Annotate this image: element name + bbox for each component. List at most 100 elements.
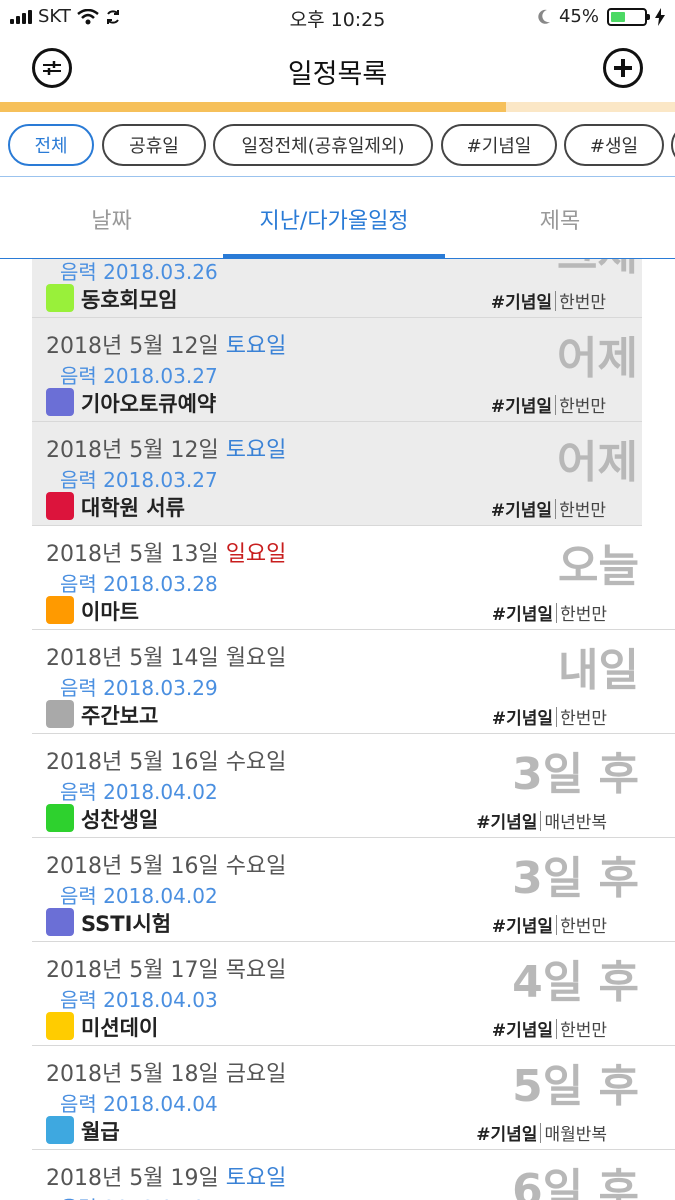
event-tag: #기념일 bbox=[476, 813, 538, 833]
chip-all[interactable]: 전체 bbox=[8, 124, 94, 166]
event-tag: #기념일 bbox=[491, 917, 554, 937]
tab-past-upcoming[interactable]: 지난/다가올일정 bbox=[223, 203, 445, 235]
event-lunar-date: 음력 2018.03.27 bbox=[60, 468, 218, 492]
add-event-button[interactable] bbox=[603, 48, 643, 88]
event-title: 주간보고 bbox=[81, 704, 159, 728]
event-title: 기아오토큐예약 bbox=[81, 392, 217, 416]
tab-date[interactable]: 날짜 bbox=[0, 203, 223, 235]
event-relative-day: 6일 후 bbox=[512, 1165, 639, 1200]
event-tags: #기념일 한번만 bbox=[492, 600, 607, 625]
event-row[interactable]: 2018년 5월 18일 금요일음력 2018.04.04 월급 5일 후 #기념일 매… bbox=[32, 1046, 675, 1150]
event-date: 2018년 5월 13일 일요일 bbox=[46, 536, 286, 568]
chip-birthday[interactable]: #생일 bbox=[564, 124, 664, 166]
event-row[interactable]: 2018년 5월 16일 수요일음력 2018.04.02 SSTI시험 3일 후 #… bbox=[32, 838, 675, 942]
event-lunar-date: 음력 2018.03.26 bbox=[60, 260, 218, 284]
event-tag: #기념일 bbox=[491, 709, 554, 729]
tag-separator bbox=[556, 706, 558, 727]
category-chips: 전체 공휴일 일정전체(공휴일제외) #기념일 #생일 bbox=[0, 122, 675, 168]
event-row[interactable]: 2018년 5월 13일 일요일 음력 2018.03.28 이마트 오늘 #기념일 한번… bbox=[32, 526, 675, 630]
event-repeat: 매월반복 bbox=[544, 1125, 607, 1145]
event-weekday: 토요일 bbox=[225, 1166, 287, 1191]
event-date-text: 2018년 5월 12일 bbox=[46, 334, 219, 359]
event-tags: #기념일 매월반복 bbox=[476, 1120, 607, 1145]
tag-separator bbox=[555, 498, 557, 519]
event-lunar-date: 음력 2018.04.02 bbox=[60, 884, 218, 908]
event-repeat: 한번만 bbox=[559, 397, 606, 417]
page-title: 일정목록 bbox=[287, 59, 388, 90]
event-row[interactable]: 2018년 5월 16일 수요일음력 2018.04.02 성찬생일 3일 후 #기념… bbox=[32, 734, 675, 838]
tag-separator bbox=[556, 602, 558, 623]
event-color-swatch bbox=[46, 596, 74, 624]
event-tag: #기념일 bbox=[490, 293, 553, 313]
charging-bolt-icon bbox=[655, 7, 665, 26]
event-row[interactable]: 2018년 5월 12일 토요일 음력 2018.03.27 대학원 서류 어제 #기념… bbox=[32, 422, 642, 526]
event-lunar-date: 음력 2018.04.05 bbox=[60, 1192, 218, 1200]
progress-bar bbox=[0, 102, 675, 112]
event-color-swatch bbox=[46, 1012, 74, 1040]
event-tag: #기념일 bbox=[491, 605, 554, 625]
event-list[interactable]: 음력 2018.03.26동호회모임그제#기념일한번만2018년 5월 12일 … bbox=[32, 259, 675, 1200]
chip-all-schedules[interactable]: 일정전체(공휴일제외) bbox=[213, 124, 433, 166]
status-right: 45% bbox=[537, 6, 665, 27]
event-row[interactable]: 2018년 5월 19일 토요일음력 2018.04.05 6일 후 bbox=[32, 1150, 675, 1200]
chip-more[interactable] bbox=[671, 124, 675, 166]
event-tag: #기념일 bbox=[476, 1125, 538, 1145]
event-date-text: 2018년 5월 13일 bbox=[46, 542, 219, 567]
event-relative-day: 3일 후 bbox=[512, 749, 639, 800]
event-title: 이마트 bbox=[81, 600, 139, 624]
event-date: 2018년 5월 16일 수요일 bbox=[46, 744, 286, 776]
event-date: 2018년 5월 19일 토요일 bbox=[46, 1160, 286, 1192]
event-tag: #기념일 bbox=[491, 1021, 554, 1041]
event-tags: #기념일 한번만 bbox=[491, 496, 606, 521]
event-tags: #기념일 한번만 bbox=[491, 288, 606, 313]
event-date: 2018년 5월 14일 월요일 bbox=[46, 640, 286, 672]
event-date-text: 2018년 5월 17일 bbox=[46, 958, 219, 983]
event-weekday: 수요일 bbox=[225, 750, 287, 775]
event-title: SSTI시험 bbox=[81, 912, 172, 936]
event-color-swatch bbox=[46, 284, 74, 312]
event-color-swatch bbox=[46, 908, 74, 936]
event-weekday: 수요일 bbox=[225, 854, 287, 879]
event-repeat: 한번만 bbox=[560, 917, 607, 937]
event-row[interactable]: 2018년 5월 14일 월요일 음력 2018.03.29 주간보고 내일 #기념일 한… bbox=[32, 630, 675, 734]
event-lunar-date: 음력 2018.04.02 bbox=[60, 780, 218, 804]
event-relative-day: 3일 후 bbox=[512, 853, 639, 904]
tag-separator bbox=[556, 914, 558, 935]
chip-anniversary[interactable]: #기념일 bbox=[441, 124, 557, 166]
event-tag: #기념일 bbox=[490, 397, 553, 417]
chip-holiday[interactable]: 공휴일 bbox=[102, 124, 206, 166]
tab-title[interactable]: 제목 bbox=[445, 203, 675, 235]
event-date-text: 2018년 5월 16일 bbox=[46, 854, 219, 879]
event-title: 월급 bbox=[81, 1120, 120, 1144]
battery-percent: 45% bbox=[558, 6, 599, 27]
event-weekday: 월요일 bbox=[225, 646, 287, 671]
event-date-text: 2018년 5월 12일 bbox=[46, 438, 219, 463]
event-row[interactable]: 2018년 5월 17일 목요일 음력 2018.04.03 미션데이 4일 후 #기념… bbox=[32, 942, 675, 1046]
event-tags: #기념일 한번만 bbox=[492, 912, 607, 937]
event-repeat: 한번만 bbox=[559, 501, 606, 521]
event-weekday: 토요일 bbox=[225, 438, 287, 463]
event-lunar-date: 음력 2018.03.29 bbox=[60, 676, 218, 700]
event-date: 2018년 5월 18일 금요일 bbox=[46, 1056, 286, 1088]
event-date: 2018년 5월 12일 토요일 bbox=[46, 328, 286, 360]
event-row[interactable]: 음력 2018.03.26 동호회모임 그제#기념일 한번만 bbox=[32, 259, 642, 318]
tag-separator bbox=[540, 1122, 542, 1143]
event-color-swatch bbox=[46, 1116, 74, 1144]
event-tags: #기념일 한번만 bbox=[492, 1016, 607, 1041]
event-title: 성찬생일 bbox=[81, 808, 159, 832]
event-color-swatch bbox=[46, 804, 74, 832]
battery-fill bbox=[611, 11, 626, 22]
tab-bar: 날짜 지난/다가올일정 제목 bbox=[0, 177, 675, 259]
event-row[interactable]: 2018년 5월 12일 토요일 음력 2018.03.27 기아오토큐예약 어제 #기… bbox=[32, 318, 642, 422]
event-relative-day: 5일 후 bbox=[512, 1061, 639, 1112]
event-date: 2018년 5월 12일 토요일 bbox=[46, 432, 286, 464]
event-color-swatch bbox=[46, 492, 74, 520]
event-repeat: 한번만 bbox=[560, 709, 607, 729]
tag-separator bbox=[556, 1018, 558, 1039]
event-weekday: 금요일 bbox=[225, 1062, 287, 1087]
event-repeat: 한번만 bbox=[559, 293, 606, 313]
battery-icon bbox=[607, 7, 650, 26]
event-lunar-date: 음력 2018.04.04 bbox=[60, 1092, 218, 1116]
event-relative-day: 어제 bbox=[557, 333, 638, 384]
moon-icon bbox=[538, 9, 550, 24]
